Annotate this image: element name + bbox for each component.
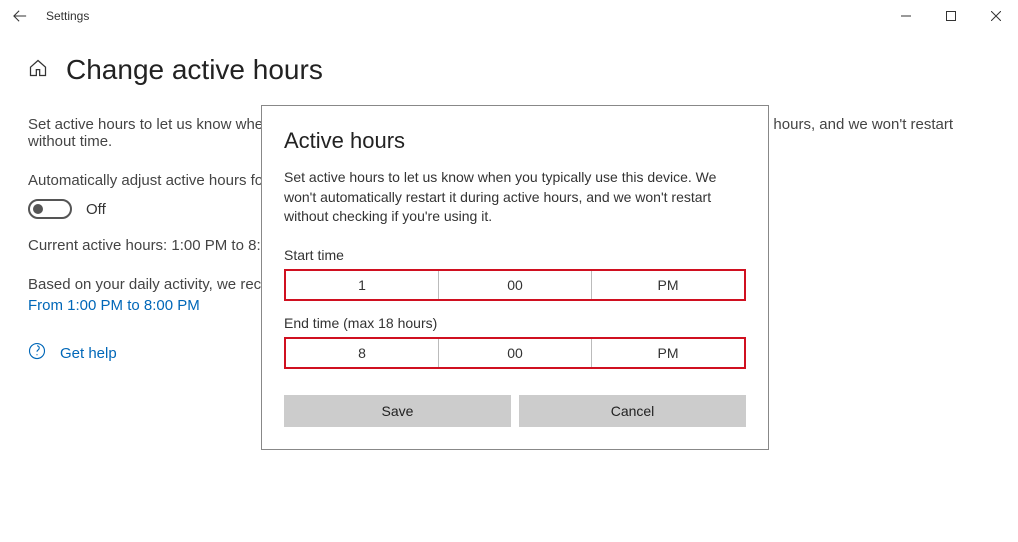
maximize-icon (946, 11, 956, 21)
back-button[interactable] (0, 0, 40, 32)
end-minute[interactable]: 00 (439, 339, 592, 367)
auto-adjust-toggle[interactable] (28, 199, 72, 219)
dialog-description: Set active hours to let us know when you… (284, 168, 746, 227)
start-ampm[interactable]: PM (592, 271, 744, 299)
toggle-knob (33, 204, 43, 214)
toggle-state-label: Off (86, 201, 106, 218)
minimize-icon (901, 11, 911, 21)
back-arrow-icon (13, 9, 27, 23)
dialog-title: Active hours (284, 128, 746, 154)
page-title: Change active hours (66, 54, 323, 86)
close-button[interactable] (973, 0, 1018, 32)
page-header: Change active hours (28, 54, 990, 86)
home-icon[interactable] (28, 58, 48, 83)
end-time-picker[interactable]: 8 00 PM (284, 337, 746, 369)
help-icon (28, 342, 46, 365)
close-icon (991, 11, 1001, 21)
get-help-link[interactable]: Get help (60, 345, 117, 362)
minimize-button[interactable] (883, 0, 928, 32)
end-time-label: End time (max 18 hours) (284, 315, 746, 331)
active-hours-dialog: Active hours Set active hours to let us … (261, 105, 769, 450)
cancel-button[interactable]: Cancel (519, 395, 746, 427)
end-hour[interactable]: 8 (286, 339, 439, 367)
window-title: Settings (40, 9, 883, 23)
start-time-label: Start time (284, 247, 746, 263)
start-time-picker[interactable]: 1 00 PM (284, 269, 746, 301)
maximize-button[interactable] (928, 0, 973, 32)
dialog-buttons: Save Cancel (284, 395, 746, 427)
window-controls (883, 0, 1018, 32)
start-minute[interactable]: 00 (439, 271, 592, 299)
end-ampm[interactable]: PM (592, 339, 744, 367)
title-bar: Settings (0, 0, 1018, 32)
start-hour[interactable]: 1 (286, 271, 439, 299)
save-button[interactable]: Save (284, 395, 511, 427)
